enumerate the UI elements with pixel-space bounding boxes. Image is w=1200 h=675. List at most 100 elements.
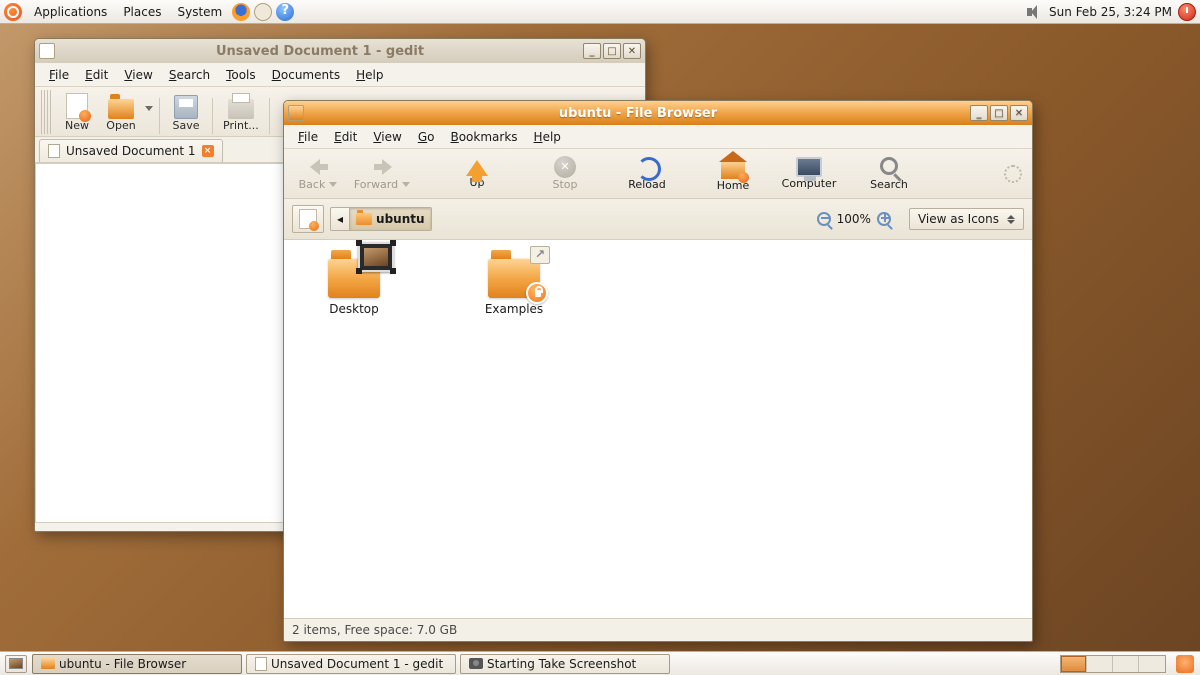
task-file-browser[interactable]: ubuntu - File Browser: [32, 654, 242, 674]
back-dropdown-icon[interactable]: [329, 182, 337, 187]
edit-location-button[interactable]: [292, 205, 324, 233]
open-dropdown-arrow-icon[interactable]: [145, 106, 153, 111]
gedit-menubar: File Edit View Search Tools Documents He…: [35, 63, 645, 87]
combo-up-icon: [1007, 215, 1015, 219]
gedit-menu-view[interactable]: View: [116, 65, 160, 85]
gedit-new-button[interactable]: New: [55, 91, 99, 134]
zoom-in-button[interactable]: [877, 212, 891, 226]
task-gedit[interactable]: Unsaved Document 1 - gedit: [246, 654, 456, 674]
gedit-close-button[interactable]: ✕: [623, 43, 641, 59]
gedit-menu-edit[interactable]: Edit: [77, 65, 116, 85]
fb-menu-file[interactable]: File: [290, 127, 326, 147]
search-icon: [880, 157, 898, 175]
stop-button[interactable]: ✕ Stop: [536, 154, 594, 193]
filebrowser-title: ubuntu - File Browser: [308, 106, 968, 121]
bottom-panel: ubuntu - File Browser Unsaved Document 1…: [0, 651, 1200, 675]
volume-icon[interactable]: [1027, 5, 1043, 19]
gedit-open-button[interactable]: Open: [99, 93, 143, 134]
combo-down-icon: [1007, 220, 1015, 224]
folder-item-desktop[interactable]: Desktop: [304, 258, 404, 316]
location-bar: ◂ ubuntu 100% View as Icons: [284, 199, 1032, 240]
filebrowser-maximize-button[interactable]: □: [990, 105, 1008, 121]
up-button[interactable]: Up: [448, 156, 506, 191]
gedit-maximize-button[interactable]: □: [603, 43, 621, 59]
workspace-2[interactable]: [1087, 656, 1113, 672]
toolbar-separator: [159, 98, 160, 134]
home-button[interactable]: Home: [704, 153, 762, 194]
gedit-menu-help[interactable]: Help: [348, 65, 391, 85]
gedit-menu-documents[interactable]: Documents: [264, 65, 348, 85]
view-mode-selector[interactable]: View as Icons: [909, 208, 1024, 230]
filebrowser-menubar: File Edit View Go Bookmarks Help: [284, 125, 1032, 149]
gedit-app-icon: [39, 43, 55, 59]
gedit-menu-file[interactable]: File: [41, 65, 77, 85]
save-icon: [174, 95, 198, 119]
fb-menu-edit[interactable]: Edit: [326, 127, 365, 147]
file-browser-window[interactable]: ubuntu - File Browser _ □ ✕ File Edit Vi…: [283, 100, 1033, 642]
clock[interactable]: Sun Feb 25, 3:24 PM: [1049, 5, 1172, 19]
zoom-out-button[interactable]: [817, 212, 831, 226]
gedit-print-button[interactable]: Print...: [217, 95, 265, 134]
places-menu[interactable]: Places: [115, 3, 169, 21]
print-label: Print...: [223, 119, 259, 132]
workspace-4[interactable]: [1139, 656, 1165, 672]
document-icon: [48, 144, 60, 158]
throbber-icon: [1004, 165, 1022, 183]
ubuntu-logo-icon: [4, 3, 22, 21]
applications-menu[interactable]: Applications: [26, 3, 115, 21]
tab-close-button[interactable]: ×: [202, 145, 214, 157]
fb-menu-help[interactable]: Help: [526, 127, 569, 147]
gedit-save-button[interactable]: Save: [164, 93, 208, 134]
folder-label: Examples: [485, 302, 543, 316]
toolbar-grip[interactable]: [41, 90, 51, 134]
workspace-switcher[interactable]: [1060, 655, 1166, 673]
gedit-tab-label: Unsaved Document 1: [66, 144, 196, 158]
filebrowser-app-icon: [288, 105, 304, 121]
desktop-emblem-icon: [358, 242, 394, 272]
gedit-document-tab[interactable]: Unsaved Document 1 ×: [39, 139, 223, 162]
help-launcher-icon[interactable]: ?: [276, 3, 294, 21]
reload-button[interactable]: Reload: [618, 154, 676, 193]
document-icon: [255, 657, 267, 671]
fb-menu-view[interactable]: View: [365, 127, 409, 147]
gedit-minimize-button[interactable]: _: [583, 43, 601, 59]
firefox-launcher-icon[interactable]: [232, 3, 250, 21]
back-button[interactable]: Back: [290, 154, 348, 193]
print-icon: [228, 99, 254, 119]
system-menu[interactable]: System: [169, 3, 230, 21]
status-text: 2 items, Free space: 7.0 GB: [292, 623, 457, 637]
fb-menu-go[interactable]: Go: [410, 127, 443, 147]
filebrowser-close-button[interactable]: ✕: [1010, 105, 1028, 121]
workspace-1[interactable]: [1061, 656, 1087, 672]
forward-label: Forward: [354, 178, 398, 191]
folder-icon: [328, 258, 380, 298]
trash-icon[interactable]: [1176, 655, 1194, 673]
readonly-emblem-icon: [526, 282, 548, 304]
show-desktop-button[interactable]: [5, 655, 27, 673]
gedit-menu-tools[interactable]: Tools: [218, 65, 264, 85]
icon-view-area[interactable]: Desktop Examples: [284, 240, 1032, 618]
toolbar-separator: [212, 98, 213, 134]
task-label: Starting Take Screenshot: [487, 657, 636, 671]
shutdown-icon[interactable]: [1178, 3, 1196, 21]
fb-menu-bookmarks[interactable]: Bookmarks: [442, 127, 525, 147]
gedit-titlebar[interactable]: Unsaved Document 1 - gedit _ □ ✕: [35, 39, 645, 63]
forward-dropdown-icon[interactable]: [402, 182, 410, 187]
computer-button[interactable]: Computer: [774, 155, 844, 192]
task-screenshot[interactable]: Starting Take Screenshot: [460, 654, 670, 674]
zoom-level: 100%: [837, 212, 871, 226]
task-label: Unsaved Document 1 - gedit: [271, 657, 443, 671]
forward-button[interactable]: Forward: [348, 154, 418, 193]
breadcrumb-ubuntu[interactable]: ubuntu: [350, 208, 431, 230]
workspace-3[interactable]: [1113, 656, 1139, 672]
folder-item-examples[interactable]: Examples: [464, 258, 564, 316]
view-mode-label: View as Icons: [918, 212, 999, 226]
folder-icon: [41, 658, 55, 669]
filebrowser-titlebar[interactable]: ubuntu - File Browser _ □ ✕: [284, 101, 1032, 125]
open-label: Open: [106, 119, 135, 132]
search-button[interactable]: Search: [860, 155, 918, 193]
path-back-button[interactable]: ◂: [331, 208, 350, 230]
filebrowser-minimize-button[interactable]: _: [970, 105, 988, 121]
evolution-launcher-icon[interactable]: [254, 3, 272, 21]
gedit-menu-search[interactable]: Search: [161, 65, 218, 85]
